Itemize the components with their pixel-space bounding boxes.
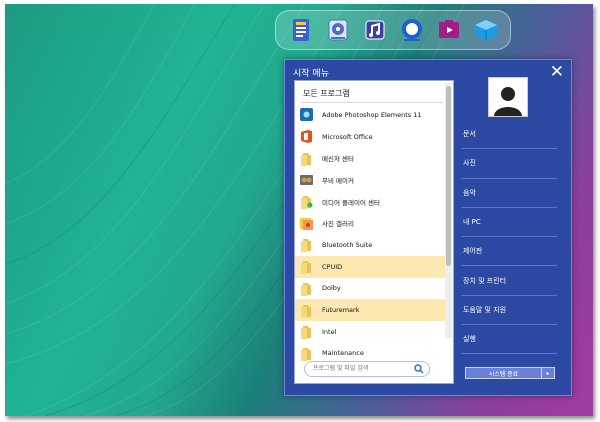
scrollbar-thumb[interactable]: [446, 86, 451, 266]
link-my-pc[interactable]: 내 PC: [461, 208, 557, 238]
program-label: 사진 갤러리: [322, 220, 354, 229]
program-label: 미디어 플레이어 센터: [322, 198, 380, 207]
photo-gallery-icon: [299, 216, 314, 231]
circle-app-icon[interactable]: [399, 17, 425, 43]
search-icon[interactable]: [414, 364, 424, 374]
cube-app-icon[interactable]: [473, 17, 499, 43]
program-label: Adobe Photoshop Elements 11: [322, 110, 422, 119]
program-item-dolby[interactable]: Dolby: [295, 278, 445, 300]
office-icon: [299, 129, 314, 144]
program-item-photoshop[interactable]: Adobe Photoshop Elements 11: [295, 104, 445, 126]
close-icon[interactable]: ✕: [550, 64, 564, 81]
link-control-panel[interactable]: 제어판: [461, 237, 557, 267]
program-item-futuremark[interactable]: Futuremark: [295, 299, 445, 321]
program-list: Adobe Photoshop Elements 11 Microsoft Of…: [295, 104, 445, 364]
program-item-bluetooth[interactable]: Bluetooth Suite: [295, 234, 445, 256]
folder-icon: [299, 346, 314, 361]
folder-icon: [299, 281, 314, 296]
program-label: Intel: [322, 327, 337, 336]
program-label: Futuremark: [322, 306, 360, 315]
folder-icon: [299, 194, 314, 210]
folder-icon: [299, 237, 314, 253]
program-label: 메신저 센터: [322, 155, 354, 164]
folder-icon: [299, 324, 314, 340]
program-item-media-player-center[interactable]: 미디어 플레이어 센터: [295, 191, 445, 213]
quick-links: 문서 사진 음악 내 PC 제어판 장치 및 프린터 도움말 및 지원 실행: [461, 120, 557, 355]
folder-icon: [299, 259, 314, 275]
program-item-messenger[interactable]: 메신저 센터: [295, 147, 445, 169]
link-run[interactable]: 실행: [461, 325, 557, 355]
program-item-movie-maker[interactable]: 무비 메이커: [295, 169, 445, 191]
program-list-scrollbar[interactable]: [445, 83, 452, 338]
all-programs-panel: 모든 프로그램 Adobe Photoshop Elements 11 Micr…: [294, 80, 454, 384]
start-menu-title: 시작 메뉴: [293, 69, 329, 79]
program-item-cpuid[interactable]: CPUID: [295, 255, 445, 278]
photoshop-elements-icon: [299, 107, 314, 122]
folder-icon: [299, 151, 314, 166]
shutdown-options-icon[interactable]: ▸: [541, 368, 554, 378]
folder-icon: [299, 303, 314, 318]
shutdown-label: 시스템 종료: [488, 370, 519, 378]
program-label: 무비 메이커: [322, 176, 354, 185]
link-documents[interactable]: 문서: [461, 120, 557, 150]
program-label: Bluetooth Suite: [322, 240, 373, 249]
disc-drive-icon[interactable]: [325, 17, 351, 43]
all-programs-header[interactable]: 모든 프로그램: [303, 88, 350, 99]
media-player-icon[interactable]: [436, 17, 462, 43]
movie-maker-icon: [299, 172, 314, 187]
shutdown-button[interactable]: 시스템 종료 ▸: [465, 367, 555, 379]
link-devices-printers[interactable]: 장치 및 프린터: [461, 266, 557, 296]
user-silhouette-icon: [494, 87, 522, 116]
notebook-icon[interactable]: [288, 17, 314, 43]
search-input[interactable]: [313, 363, 409, 374]
dock-bar: [275, 10, 511, 50]
user-avatar[interactable]: [488, 77, 528, 117]
program-label: Microsoft Office: [322, 132, 373, 141]
program-item-intel[interactable]: Intel: [295, 321, 445, 343]
program-item-photo-gallery[interactable]: 사진 갤러리: [295, 212, 445, 234]
program-label: CPUID: [322, 262, 343, 271]
desktop: 시작 메뉴 ✕ 모든 프로그램 Adobe Photoshop Elements…: [5, 4, 593, 416]
link-pictures[interactable]: 사진: [461, 149, 557, 179]
search-box[interactable]: [304, 361, 430, 377]
music-note-icon[interactable]: [362, 17, 388, 43]
program-item-office[interactable]: Microsoft Office: [295, 126, 445, 148]
link-music[interactable]: 음악: [461, 179, 557, 208]
link-help-support[interactable]: 도움말 및 지원: [461, 296, 557, 326]
start-menu: 시작 메뉴 ✕ 모든 프로그램 Adobe Photoshop Elements…: [284, 59, 572, 396]
program-label: Dolby: [322, 284, 341, 293]
header-divider: [301, 102, 443, 103]
program-label: Maintenance: [322, 349, 364, 358]
